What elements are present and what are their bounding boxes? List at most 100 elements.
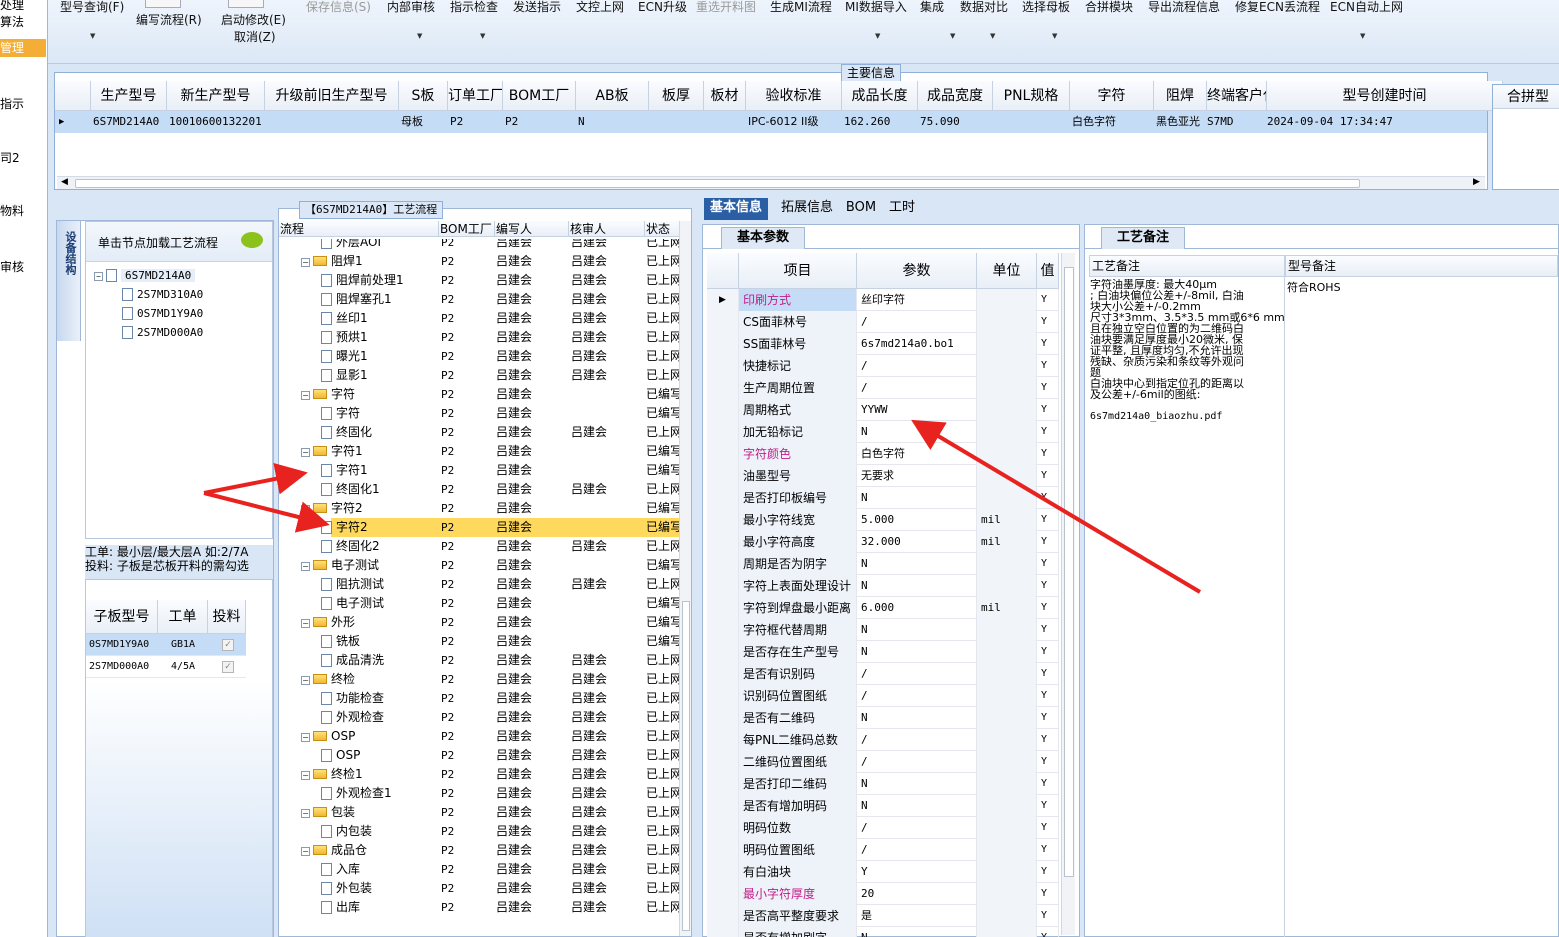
structure-root-node[interactable]: − 6S7MD214A0 (94, 266, 196, 285)
flow-node[interactable]: 外观检查1 (321, 784, 392, 803)
toolbar-button-11[interactable]: MI数据导入 (845, 0, 907, 14)
scroll-left-icon[interactable]: ◀ (61, 177, 68, 187)
param-value[interactable]: Y (857, 861, 977, 883)
param-value[interactable]: / (857, 663, 977, 685)
column-header[interactable]: 生产型号 (91, 81, 167, 111)
flow-node[interactable]: 曝光1 (321, 347, 368, 366)
collapse-icon[interactable]: − (301, 391, 310, 400)
flow-node-label[interactable]: 电子测试 (336, 596, 384, 610)
param-value[interactable]: 5.000 (857, 509, 977, 531)
param-row[interactable]: 是否有增加刷字N Y (707, 927, 1059, 937)
toolbar-button-4[interactable]: 内部审核 (387, 0, 435, 14)
param-value[interactable]: N (857, 487, 977, 509)
param-value[interactable]: N (857, 421, 977, 443)
structure-child-node[interactable]: 2S7MD000A0 (122, 323, 203, 342)
toolbar-button-13[interactable]: 数据对比 (960, 0, 1008, 14)
flow-node[interactable]: 铣板 (321, 632, 360, 651)
param-row[interactable]: 是否存在生产型号 N Y (707, 641, 1059, 663)
column-header[interactable]: 板材 (704, 81, 746, 111)
flow-node-label[interactable]: 曝光1 (336, 349, 368, 363)
param-value[interactable]: N (857, 553, 977, 575)
column-header[interactable]: S板 (399, 81, 448, 111)
param-row[interactable]: 周期格式 YYWW Y (707, 399, 1059, 421)
flow-node[interactable]: 功能检查 (321, 689, 384, 708)
param-row[interactable]: 每PNL二维码总数 / Y (707, 729, 1059, 751)
param-row[interactable]: 最小字符线宽 5.000 mil Y (707, 509, 1059, 531)
dropdown-arrow-icon[interactable]: ▼ (480, 32, 485, 40)
flow-node-label[interactable]: 铣板 (336, 634, 360, 648)
params-column-header[interactable]: 值 (1037, 253, 1059, 289)
subboard-header[interactable]: 工单 (158, 600, 208, 634)
flow-node[interactable]: 字符1 (321, 461, 368, 480)
structure-child-node[interactable]: 0S7MD1Y9A0 (122, 304, 203, 323)
column-header[interactable]: 订单工厂 (448, 81, 503, 111)
flow-node[interactable]: 字符2 (321, 518, 368, 537)
param-row[interactable]: 最小字符厚度 20 Y (707, 883, 1059, 905)
flow-node[interactable]: − 阻焊1 (301, 252, 363, 271)
flow-vertical-scrollbar[interactable] (679, 221, 691, 936)
flow-node-label[interactable]: 外层AOI (336, 239, 381, 249)
param-value[interactable]: 无要求 (857, 465, 977, 487)
column-header[interactable]: 型号创建时间 (1267, 81, 1503, 111)
collapse-icon[interactable]: − (301, 258, 310, 267)
flow-node[interactable]: 入库 (321, 860, 360, 879)
model-remark-text[interactable]: 符合ROHS (1287, 279, 1341, 295)
flow-node[interactable]: − OSP (301, 727, 355, 746)
param-value[interactable]: / (857, 729, 977, 751)
flow-node-label[interactable]: OSP (336, 748, 360, 762)
flow-node[interactable]: 电子测试 (321, 594, 384, 613)
flow-node-label[interactable]: 外包装 (336, 881, 372, 895)
flow-node[interactable]: − 字符2 (301, 499, 363, 518)
flow-node-label[interactable]: 终固化2 (336, 539, 380, 553)
params-column-header[interactable]: 单位 (977, 253, 1037, 289)
subboard-header[interactable]: 子板型号 (86, 600, 158, 634)
dropdown-arrow-icon[interactable]: ▼ (950, 32, 955, 40)
flow-node-label[interactable]: 丝印1 (336, 311, 368, 325)
flow-node[interactable]: 出库 (321, 898, 360, 917)
child-label[interactable]: 2S7MD000A0 (137, 326, 203, 339)
param-value[interactable]: YYWW (857, 399, 977, 421)
flow-node-label[interactable]: 阻焊前处理1 (336, 273, 404, 287)
toolbar-button-7[interactable]: 文控上网 (576, 0, 624, 14)
flow-node-label[interactable]: 字符1 (331, 444, 363, 458)
sidebar-item[interactable]: 指示 (0, 95, 46, 113)
param-row[interactable]: 油墨型号 无要求 Y (707, 465, 1059, 487)
sidebar-item[interactable]: 管理 (0, 39, 46, 57)
param-row[interactable]: 明码位数 / Y (707, 817, 1059, 839)
collapse-icon[interactable]: − (301, 771, 310, 780)
child-label[interactable]: 0S7MD1Y9A0 (137, 307, 203, 320)
root-label[interactable]: 6S7MD214A0 (121, 269, 196, 282)
flow-node[interactable]: 终固化1 (321, 480, 380, 499)
dropdown-arrow-icon[interactable]: ▼ (875, 32, 880, 40)
flow-node[interactable]: − 电子测试 (301, 556, 379, 575)
toolbar-button-10[interactable]: 生成MI流程 (770, 0, 832, 14)
param-row[interactable]: 是否有二维码 N Y (707, 707, 1059, 729)
param-row[interactable]: 二维码位置图纸 / Y (707, 751, 1059, 773)
scrollbar-thumb[interactable] (75, 179, 1360, 188)
process-remark-text[interactable]: 字符油墨厚度: 最大40μm; 白油块偏位公差+/-8mil, 白油 块大小公差+… (1089, 277, 1285, 937)
flow-column-header[interactable]: 核审人 (569, 221, 645, 237)
sidebar-item[interactable]: 算法 (0, 13, 46, 31)
collapse-icon[interactable]: − (301, 809, 310, 818)
column-header[interactable]: AB板 (576, 81, 649, 111)
collapse-icon[interactable]: − (94, 272, 103, 281)
flow-column-header[interactable]: 流程 (279, 221, 439, 237)
child-label[interactable]: 2S7MD310A0 (137, 288, 203, 301)
flow-node-label[interactable]: 显影1 (336, 368, 368, 382)
toolbar-button-3[interactable]: 保存信息(S) (306, 0, 371, 14)
flow-node-label[interactable]: 预烘1 (336, 330, 368, 344)
toolbar-button-14[interactable]: 选择母板 (1022, 0, 1070, 14)
detail-tab[interactable]: 拓展信息 (776, 198, 838, 220)
column-header[interactable]: 阻焊 (1154, 81, 1207, 111)
collapse-icon[interactable]: − (301, 562, 310, 571)
flow-node[interactable]: 终固化2 (321, 537, 380, 556)
param-row[interactable]: SS面菲林号 6s7md214a0.bo1 Y (707, 333, 1059, 355)
flow-node-label[interactable]: OSP (331, 729, 355, 743)
param-value[interactable]: N (857, 927, 977, 937)
toolbar-button-5[interactable]: 指示检查 (450, 0, 498, 14)
toolbar-button-15[interactable]: 合拼模块 (1085, 0, 1133, 14)
flow-node-label[interactable]: 外观检查1 (336, 786, 392, 800)
column-header[interactable]: 字符 (1070, 81, 1154, 111)
flow-column-header[interactable]: 状态 (645, 221, 681, 237)
toolbar-button-8[interactable]: ECN升级 (638, 0, 687, 14)
